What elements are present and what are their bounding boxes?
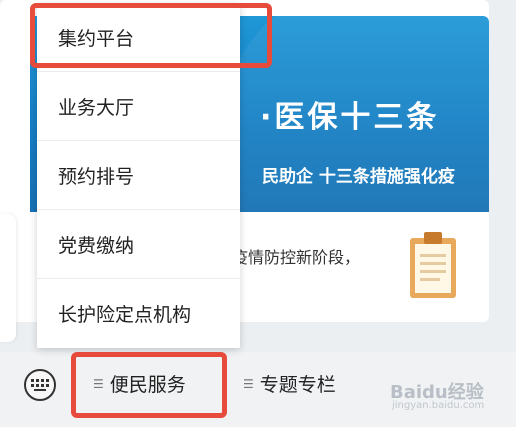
menu-item-label: 长护险定点机构	[58, 304, 192, 326]
keyboard-icon[interactable]	[24, 369, 56, 401]
menu-lines-icon: ☰	[243, 376, 254, 391]
menu-item-label: 党费缴纳	[58, 234, 135, 257]
banner-title: ·医保十三条	[260, 100, 440, 135]
menu-item-party-fee[interactable]: 党费缴纳	[37, 210, 240, 279]
tab-label: 专题专栏	[259, 374, 336, 396]
banner-subtitle: 民助企 十三条措施强化疫	[262, 167, 455, 187]
watermark-url: jingyan.baidu.com	[392, 400, 485, 411]
menu-item-business-hall[interactable]: 业务大厅	[37, 72, 240, 141]
card-edge	[0, 214, 16, 342]
news-snippet[interactable]: 疫情防控新阶段，	[232, 244, 360, 268]
menu-item-label: 预约排号	[58, 165, 135, 188]
menu-item-label: 业务大厅	[58, 96, 135, 119]
clipboard-icon	[408, 230, 458, 300]
menu-item-appointment[interactable]: 预约排号	[37, 141, 240, 210]
highlight-box-tab	[71, 352, 227, 418]
tab-special-topics[interactable]: ☰ 专题专栏	[243, 370, 336, 397]
highlight-box-menu-item	[30, 3, 272, 68]
menu-item-care-insurance-institutions[interactable]: 长护险定点机构	[37, 279, 240, 348]
